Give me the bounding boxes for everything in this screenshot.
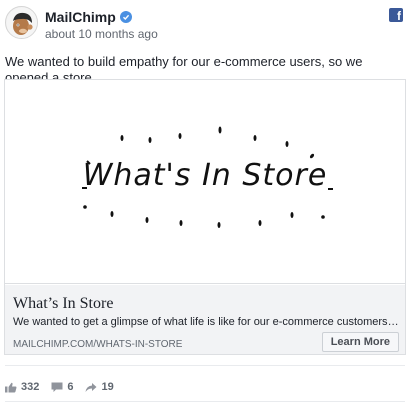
learn-more-button[interactable]: Learn More: [321, 332, 399, 352]
art-headline: What's In Store: [82, 158, 328, 193]
share-count[interactable]: 19: [85, 381, 114, 393]
link-image[interactable]: What's In Store: [5, 80, 405, 284]
avatar[interactable]: [5, 6, 38, 39]
engagement-stats: 332 6 19: [5, 379, 126, 395]
page-name-row: MailChimp: [45, 9, 132, 25]
share-icon: [85, 382, 97, 392]
link-details[interactable]: What’s In Store We wanted to get a glimp…: [5, 285, 405, 354]
divider: [5, 365, 405, 366]
thumbs-up-icon: [5, 382, 17, 393]
divider: [5, 401, 405, 402]
post-header: MailChimp about 10 months ago f: [5, 6, 405, 46]
comment-count[interactable]: 6: [51, 381, 73, 393]
like-count-value: 332: [21, 381, 40, 393]
comment-icon: [51, 382, 63, 392]
link-title[interactable]: What’s In Store: [13, 295, 113, 313]
link-description: We wanted to get a glimpse of what life …: [13, 316, 401, 328]
like-count[interactable]: 332: [5, 381, 39, 393]
share-count-value: 19: [101, 381, 114, 393]
link-attachment[interactable]: What's In Store What’s In Store We wante…: [4, 79, 406, 355]
facebook-post: MailChimp about 10 months ago f We wante…: [0, 0, 411, 409]
page-name[interactable]: MailChimp: [45, 9, 116, 25]
post-timestamp[interactable]: about 10 months ago: [45, 27, 158, 41]
link-domain: MAILCHIMP.COM/WHATS-IN-STORE: [13, 339, 183, 350]
verified-badge-icon: [119, 11, 132, 23]
facebook-icon: f: [389, 8, 403, 22]
comment-count-value: 6: [67, 381, 74, 393]
mailchimp-logo-icon: [6, 7, 37, 38]
